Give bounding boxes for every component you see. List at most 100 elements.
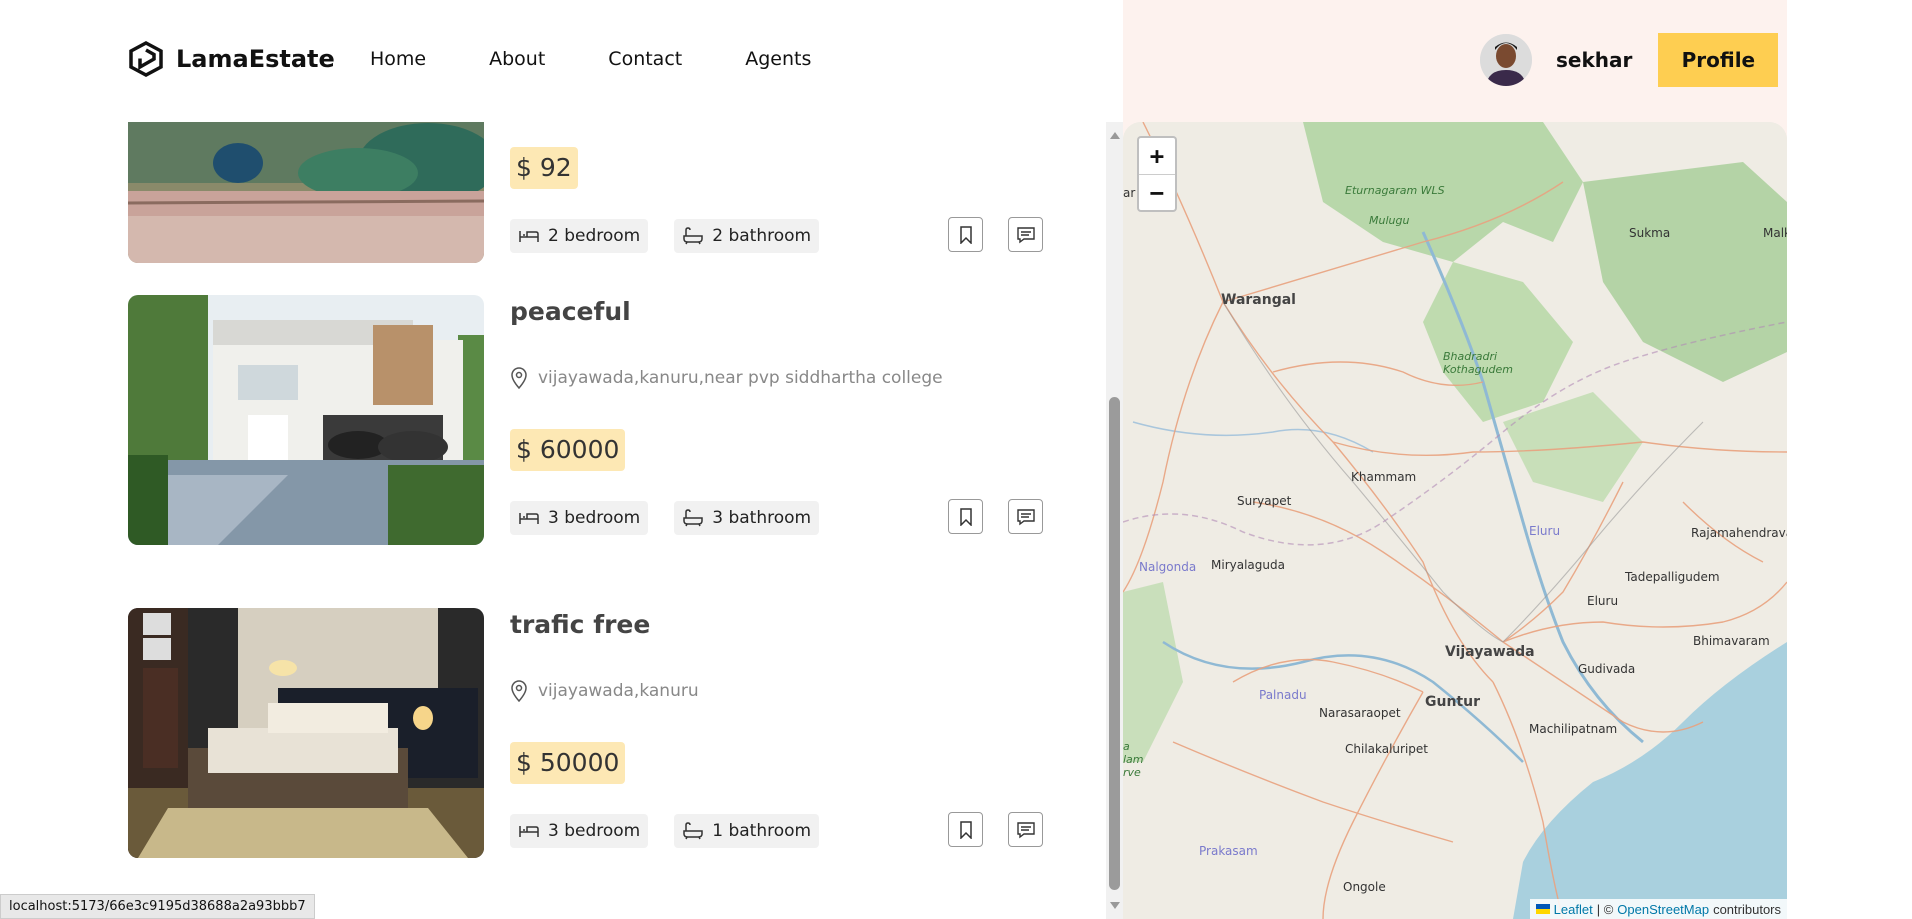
map-label: Eluru [1529, 524, 1561, 538]
attribution-contributors: contributors [1713, 901, 1781, 917]
save-button[interactable] [948, 812, 983, 847]
leaflet-link[interactable]: Leaflet [1554, 902, 1593, 917]
bath-icon [683, 509, 703, 527]
map-label: Eluru [1587, 594, 1619, 608]
map-label: a lam rve [1123, 740, 1144, 779]
map-label: Mulugu [1369, 214, 1410, 227]
listing-address: vijayawada,kanuru [510, 680, 699, 702]
nav-link-about[interactable]: About [489, 48, 545, 70]
nav-link-home[interactable]: Home [370, 48, 426, 70]
listing-image[interactable] [128, 295, 484, 545]
attribution-separator: | © [1596, 901, 1614, 917]
listing-price: $ 60000 [510, 429, 626, 471]
chat-icon [1016, 226, 1035, 243]
map-label: Tadepalligudem [1625, 570, 1720, 584]
bathroom-count: 1 bathroom [712, 821, 812, 841]
map-label: Vijayawada [1445, 644, 1535, 660]
map-tiles [1123, 122, 1787, 919]
scroll-thumb[interactable] [1109, 397, 1120, 890]
map-label: ar [1123, 186, 1136, 200]
map-label: Malk [1763, 226, 1787, 240]
save-button[interactable] [948, 499, 983, 534]
scroll-up-arrow-icon[interactable] [1110, 132, 1120, 139]
map-label: Chilakaluripet [1345, 742, 1429, 756]
listing-card[interactable]: $ 92 2 bedroom 2 bathroom [128, 122, 1054, 263]
chat-icon [1016, 508, 1035, 525]
listing-list[interactable]: $ 92 2 bedroom 2 bathroom peaceful vijay… [128, 122, 1054, 919]
save-button[interactable] [948, 217, 983, 252]
map-label: Ongole [1343, 880, 1386, 894]
listing-title[interactable]: peaceful [510, 297, 631, 326]
profile-button[interactable]: Profile [1658, 33, 1779, 87]
openstreetmap-link[interactable]: OpenStreetMap [1617, 902, 1709, 917]
list-scrollbar[interactable] [1106, 122, 1123, 919]
bathroom-feature: 2 bathroom [674, 219, 820, 253]
bathroom-count: 3 bathroom [712, 508, 812, 528]
bed-icon [519, 826, 539, 837]
brand-logo[interactable]: LamaEstate [128, 41, 335, 77]
listing-card[interactable]: trafic free vijayawada,kanuru $ 50000 3 … [128, 608, 1054, 858]
listing-image[interactable] [128, 608, 484, 858]
bathroom-feature: 1 bathroom [674, 814, 820, 848]
listing-features: 2 bedroom 2 bathroom [510, 219, 820, 253]
map-label: Sukma [1629, 226, 1671, 240]
listing-price: $ 50000 [510, 742, 626, 784]
bedroom-feature: 3 bedroom [510, 814, 649, 848]
username: sekhar [1556, 48, 1633, 72]
map-attribution: Leaflet | © OpenStreetMap contributors [1529, 899, 1787, 919]
bath-icon [683, 822, 703, 840]
logo-icon [129, 41, 163, 77]
page: LamaEstate Home About Contact Agents sek… [0, 0, 1912, 919]
user-area: sekhar Profile [1480, 33, 1779, 87]
bathroom-count: 2 bathroom [712, 226, 812, 246]
browser-status-url: localhost:5173/66e3c9195d38688a2a93bbb7 [0, 894, 315, 919]
avatar-image [1480, 34, 1532, 86]
map-label: Prakasam [1199, 844, 1258, 858]
listing-actions [948, 499, 1043, 534]
nav-link-contact[interactable]: Contact [608, 48, 682, 70]
listing-title[interactable]: trafic free [510, 610, 650, 639]
chat-icon [1016, 821, 1035, 838]
listing-card[interactable]: peaceful vijayawada,kanuru,near pvp sidd… [128, 295, 1054, 545]
map-label: Palnadu [1259, 688, 1307, 702]
avatar[interactable] [1480, 34, 1532, 86]
bedroom-feature: 2 bedroom [510, 219, 649, 253]
peacock-photo [128, 122, 484, 263]
map-label: Narasaraopet [1319, 706, 1401, 720]
scroll-down-arrow-icon[interactable] [1110, 902, 1120, 909]
chat-button[interactable] [1008, 499, 1043, 534]
map-label: Gudivada [1578, 662, 1636, 676]
map-label: Miryalaguda [1211, 558, 1285, 572]
bed-icon [519, 513, 539, 524]
zoom-in-button[interactable]: + [1139, 138, 1175, 174]
bedroom-count: 2 bedroom [548, 226, 641, 246]
nav-links: Home About Contact Agents [370, 48, 874, 70]
nav-link-agents[interactable]: Agents [745, 48, 811, 70]
location-pin-icon [511, 680, 527, 702]
zoom-out-button[interactable]: − [1139, 174, 1175, 210]
ukraine-flag-icon [1535, 904, 1550, 914]
listing-features: 3 bedroom 1 bathroom [510, 814, 820, 848]
map[interactable]: + − ar Eturnagaram WLS Mulugu Sukma Malk… [1123, 122, 1787, 919]
navbar: LamaEstate Home About Contact Agents sek… [0, 0, 1912, 122]
map-label: Bhadradri Kothagudem [1443, 350, 1513, 376]
listing-image[interactable] [128, 122, 484, 263]
bedroom-count: 3 bedroom [548, 821, 641, 841]
listing-actions [948, 812, 1043, 847]
chat-button[interactable] [1008, 812, 1043, 847]
address-text: vijayawada,kanuru [538, 681, 699, 701]
bedroom-photo [128, 608, 484, 858]
map-label: Guntur [1425, 694, 1480, 710]
bookmark-icon [959, 820, 972, 839]
location-pin-icon [511, 367, 527, 389]
listing-actions [948, 217, 1043, 252]
bathroom-feature: 3 bathroom [674, 501, 820, 535]
bedroom-feature: 3 bedroom [510, 501, 649, 535]
address-text: vijayawada,kanuru,near pvp siddhartha co… [538, 368, 943, 388]
map-label: Nalgonda [1139, 560, 1197, 574]
listing-price: $ 92 [510, 147, 578, 189]
chat-button[interactable] [1008, 217, 1043, 252]
bath-icon [683, 227, 703, 245]
map-label: Rajamahendrava [1691, 526, 1787, 540]
house-photo [128, 295, 484, 545]
